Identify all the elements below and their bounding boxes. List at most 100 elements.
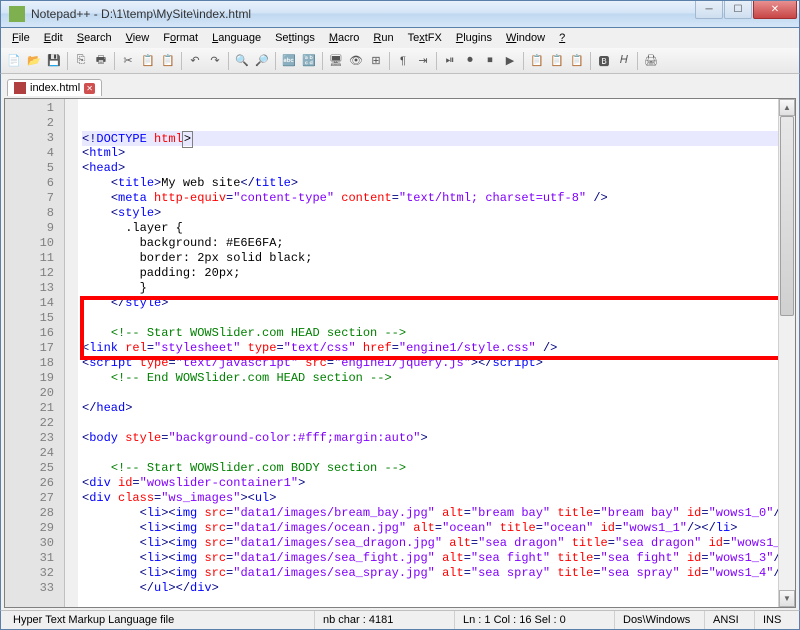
- code-line[interactable]: <!-- Start WOWSlider.com BODY section --…: [82, 461, 778, 476]
- code-line[interactable]: }: [82, 281, 778, 296]
- code-line[interactable]: <body style="background-color:#fff;margi…: [82, 431, 778, 446]
- toolbar-button-18[interactable]: ⇥: [414, 52, 432, 70]
- menu-macro[interactable]: Macro: [322, 30, 367, 46]
- toolbar-button-15[interactable]: 👁: [347, 52, 365, 70]
- tab-label: index.html: [30, 82, 80, 94]
- code-line[interactable]: <title>My web site</title>: [82, 176, 778, 191]
- fold-column[interactable]: [65, 99, 78, 607]
- status-chars: nb char : 4181: [315, 611, 455, 629]
- toolbar-button-13[interactable]: 🔡: [300, 52, 318, 70]
- status-insert-mode: INS: [755, 611, 795, 629]
- code-line[interactable]: <!-- End WOWSlider.com HEAD section -->: [82, 371, 778, 386]
- titlebar: Notepad++ - D:\1\temp\MySite\index.html …: [0, 0, 800, 28]
- vertical-scrollbar[interactable]: ▲ ▼: [778, 99, 795, 607]
- editor[interactable]: 1234567891011121314151617181920212223242…: [4, 98, 796, 608]
- code-line[interactable]: <li><img src="data1/images/sea_dragon.jp…: [82, 536, 778, 551]
- scroll-up-icon[interactable]: ▲: [779, 99, 795, 116]
- toolbar-button-3[interactable]: ⎘: [72, 52, 90, 70]
- menu-edit[interactable]: Edit: [37, 30, 70, 46]
- scroll-down-icon[interactable]: ▼: [779, 590, 795, 607]
- menu-language[interactable]: Language: [205, 30, 268, 46]
- toolbar-button-23[interactable]: 📋: [528, 52, 546, 70]
- code-line[interactable]: [82, 386, 778, 401]
- menu-textfx[interactable]: TextFX: [401, 30, 449, 46]
- toolbar-button-16[interactable]: ⊞: [367, 52, 385, 70]
- tab-index-html[interactable]: index.html ✕: [7, 79, 102, 96]
- code-line[interactable]: </head>: [82, 401, 778, 416]
- maximize-button[interactable]: ☐: [724, 1, 752, 19]
- toolbar-button-1[interactable]: 📂: [25, 52, 43, 70]
- code-line[interactable]: <li><img src="data1/images/bream_bay.jpg…: [82, 506, 778, 521]
- code-line[interactable]: <li><img src="data1/images/sea_fight.jpg…: [82, 551, 778, 566]
- menu-?[interactable]: ?: [552, 30, 572, 46]
- code-line[interactable]: <div class="ws_images"><ul>-: [82, 491, 778, 506]
- code-line[interactable]: border: 2px solid black;: [82, 251, 778, 266]
- file-icon: [14, 82, 26, 94]
- menu-run[interactable]: Run: [366, 30, 400, 46]
- toolbar-button-12[interactable]: 🔤: [280, 52, 298, 70]
- status-language: Hyper Text Markup Language file: [5, 611, 315, 629]
- code-line[interactable]: .layer {: [82, 221, 778, 236]
- code-line[interactable]: </style>: [82, 296, 778, 311]
- minimize-button[interactable]: ─: [695, 1, 723, 19]
- toolbar-button-7[interactable]: 📋: [159, 52, 177, 70]
- menu-settings[interactable]: Settings: [268, 30, 322, 46]
- app-icon: [9, 6, 25, 22]
- toolbar-button-8[interactable]: ↶: [186, 52, 204, 70]
- status-position: Ln : 1 Col : 16 Sel : 0: [455, 611, 615, 629]
- code-line[interactable]: <link rel="stylesheet" type="text/css" h…: [82, 341, 778, 356]
- toolbar-button-9[interactable]: ↷: [206, 52, 224, 70]
- window-title: Notepad++ - D:\1\temp\MySite\index.html: [31, 7, 251, 21]
- code-line[interactable]: <li><img src="data1/images/ocean.jpg" al…: [82, 521, 778, 536]
- code-line[interactable]: [82, 596, 778, 607]
- code-line[interactable]: <meta http-equiv="content-type" content=…: [82, 191, 778, 206]
- code-line[interactable]: <head>-: [82, 161, 778, 176]
- toolbar-button-14[interactable]: 🖥: [327, 52, 345, 70]
- code-line[interactable]: background: #E6E6FA;: [82, 236, 778, 251]
- scroll-thumb[interactable]: [780, 116, 794, 316]
- toolbar-button-19[interactable]: ⏯: [441, 52, 459, 70]
- code-line[interactable]: <!-- Start WOWSlider.com HEAD section --…: [82, 326, 778, 341]
- code-line[interactable]: <li><img src="data1/images/sea_spray.jpg…: [82, 566, 778, 581]
- toolbar: 📄📂💾⎘🖶✂📋📋↶↷🔍🔎🔤🔡🖥👁⊞¶⇥⏯⏺⏹▶📋📋📋🅱𝐻🖨: [0, 48, 800, 74]
- code-line[interactable]: [82, 311, 778, 326]
- code-area[interactable]: <!DOCTYPE html><html>-<head>- <title>My …: [78, 99, 778, 607]
- code-line[interactable]: <div id="wowslider-container1">-: [82, 476, 778, 491]
- toolbar-button-17[interactable]: ¶: [394, 52, 412, 70]
- close-button[interactable]: ✕: [753, 1, 797, 19]
- code-line[interactable]: </ul></div>: [82, 581, 778, 596]
- toolbar-button-21[interactable]: ⏹: [481, 52, 499, 70]
- tab-close-icon[interactable]: ✕: [84, 83, 95, 94]
- code-line[interactable]: <script type="text/javascript" src="engi…: [82, 356, 778, 371]
- toolbar-button-10[interactable]: 🔍: [233, 52, 251, 70]
- toolbar-button-4[interactable]: 🖶: [92, 52, 110, 70]
- menu-file[interactable]: File: [5, 30, 37, 46]
- code-line[interactable]: padding: 20px;: [82, 266, 778, 281]
- toolbar-button-28[interactable]: 🖨: [642, 52, 660, 70]
- menu-format[interactable]: Format: [156, 30, 205, 46]
- toolbar-button-5[interactable]: ✂: [119, 52, 137, 70]
- status-encoding: ANSI: [705, 611, 755, 629]
- code-line[interactable]: [82, 446, 778, 461]
- toolbar-button-11[interactable]: 🔎: [253, 52, 271, 70]
- toolbar-button-20[interactable]: ⏺: [461, 52, 479, 70]
- toolbar-button-27[interactable]: 𝐻: [615, 52, 633, 70]
- tabbar: index.html ✕: [0, 74, 800, 96]
- toolbar-button-24[interactable]: 📋: [548, 52, 566, 70]
- menu-window[interactable]: Window: [499, 30, 552, 46]
- menu-search[interactable]: Search: [70, 30, 119, 46]
- code-line[interactable]: <!DOCTYPE html>: [82, 131, 778, 146]
- toolbar-button-26[interactable]: 🅱: [595, 52, 613, 70]
- toolbar-button-22[interactable]: ▶: [501, 52, 519, 70]
- toolbar-button-25[interactable]: 📋: [568, 52, 586, 70]
- toolbar-button-6[interactable]: 📋: [139, 52, 157, 70]
- toolbar-button-0[interactable]: 📄: [5, 52, 23, 70]
- code-line[interactable]: <html>-: [82, 146, 778, 161]
- toolbar-button-2[interactable]: 💾: [45, 52, 63, 70]
- statusbar: Hyper Text Markup Language file nb char …: [0, 610, 800, 630]
- code-line[interactable]: <style>-: [82, 206, 778, 221]
- code-line[interactable]: [82, 416, 778, 431]
- menu-plugins[interactable]: Plugins: [449, 30, 499, 46]
- menu-view[interactable]: View: [119, 30, 157, 46]
- status-eol: Dos\Windows: [615, 611, 705, 629]
